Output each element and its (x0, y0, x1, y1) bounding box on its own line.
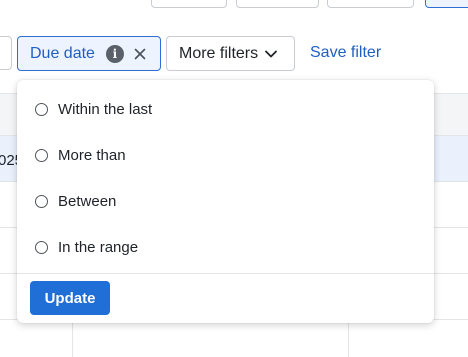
more-filters-button[interactable]: More filters (166, 36, 295, 71)
save-filter-link[interactable]: Save filter (310, 44, 381, 62)
info-icon[interactable]: i (105, 44, 124, 63)
close-icon[interactable] (133, 47, 147, 61)
due-date-label: Due date (30, 44, 95, 62)
option-label: Between (58, 192, 117, 210)
update-button[interactable]: Update (30, 281, 110, 315)
radio-button[interactable] (35, 102, 48, 116)
toolbar-button[interactable] (151, 0, 227, 8)
due-date-dropdown: Within the last More than Between In the… (17, 80, 434, 323)
divider (17, 273, 434, 274)
due-date-filter-chip[interactable]: Due date i (17, 36, 161, 71)
toolbar-button-active[interactable] (425, 0, 468, 8)
option-in-the-range[interactable]: In the range (35, 235, 138, 259)
radio-button[interactable] (35, 194, 48, 208)
toolbar-button[interactable] (236, 0, 319, 8)
option-label: More than (58, 146, 126, 164)
chevron-down-icon (265, 48, 278, 60)
table-row[interactable] (0, 320, 468, 357)
option-label: Within the last (58, 100, 153, 118)
option-between[interactable]: Between (35, 189, 116, 213)
radio-button[interactable] (35, 148, 48, 162)
option-more-than[interactable]: More than (35, 143, 126, 167)
option-within-the-last[interactable]: Within the last (35, 97, 152, 121)
filter-chip-partial[interactable] (0, 36, 12, 70)
radio-button[interactable] (35, 240, 48, 254)
toolbar-button[interactable] (327, 0, 414, 8)
more-filters-label: More filters (179, 44, 259, 62)
option-label: In the range (58, 238, 139, 256)
